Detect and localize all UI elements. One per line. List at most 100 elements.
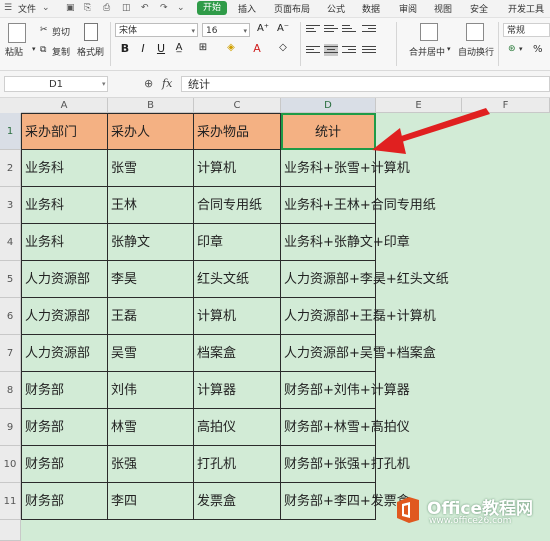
justify-icon[interactable]: [362, 44, 376, 56]
tab-view[interactable]: 视图: [434, 2, 452, 15]
table-cell[interactable]: 发票盒: [194, 483, 281, 520]
tab-insert[interactable]: 插入: [238, 2, 256, 15]
align-top-icon[interactable]: [306, 23, 320, 35]
row-header-9[interactable]: 9: [0, 409, 21, 446]
row-header-4[interactable]: 4: [0, 224, 21, 261]
row-header-3[interactable]: 3: [0, 187, 21, 224]
table-cell[interactable]: 业务科+张雪+计算机: [281, 150, 410, 187]
border-icon[interactable]: ⊞: [196, 42, 210, 53]
table-cell[interactable]: 张静文: [108, 224, 194, 261]
column-header-a[interactable]: A: [21, 98, 108, 113]
row-header-7[interactable]: 7: [0, 335, 21, 372]
underline-style-icon[interactable]: A̲: [172, 42, 186, 53]
tab-start[interactable]: 开始: [197, 1, 227, 15]
table-cell[interactable]: 业务科: [21, 150, 108, 187]
row-header-5[interactable]: 5: [0, 261, 21, 298]
chevron-down-icon[interactable]: ▾: [32, 45, 36, 53]
chevron-down-icon[interactable]: ⌄: [42, 3, 50, 13]
table-header-cell[interactable]: 采办人: [108, 113, 194, 150]
zoom-icon[interactable]: ⊕: [144, 77, 153, 90]
table-cell[interactable]: 人力资源部+王磊+计算机: [281, 298, 436, 335]
table-cell[interactable]: 财务部+林雪+高拍仪: [281, 409, 410, 446]
table-cell[interactable]: 人力资源部+李昊+红头文纸: [281, 261, 449, 298]
font-color-icon[interactable]: A: [250, 42, 264, 55]
paste-button[interactable]: 粘贴: [5, 45, 23, 58]
increase-font-icon[interactable]: A⁺: [256, 23, 270, 34]
preview-icon[interactable]: ◫: [122, 3, 131, 13]
row-header-10[interactable]: 10: [0, 446, 21, 483]
tab-data[interactable]: 数据: [362, 2, 380, 15]
chevron-down-icon[interactable]: ▾: [102, 80, 106, 88]
table-cell[interactable]: 王磊: [108, 298, 194, 335]
align-right-icon[interactable]: [342, 44, 356, 56]
row-header-11[interactable]: 11: [0, 483, 21, 520]
table-cell[interactable]: 业务科: [21, 224, 108, 261]
table-cell[interactable]: 打孔机: [194, 446, 281, 483]
row-header-8[interactable]: 8: [0, 372, 21, 409]
chevron-down-icon[interactable]: ⌄: [177, 3, 185, 13]
font-size-select[interactable]: 16 ▾: [202, 23, 250, 37]
cut-button[interactable]: 剪切: [52, 25, 70, 38]
tab-review[interactable]: 审阅: [399, 2, 417, 15]
chevron-down-icon[interactable]: ▾: [447, 45, 451, 53]
save-icon[interactable]: ▣: [66, 3, 75, 13]
table-cell[interactable]: 王林: [108, 187, 194, 224]
table-cell[interactable]: 业务科+张静文+印章: [281, 224, 410, 261]
export-icon[interactable]: ⎘: [84, 3, 91, 13]
column-header-d[interactable]: D: [281, 98, 376, 113]
table-cell[interactable]: 财务部+刘伟+计算器: [281, 372, 410, 409]
copy-button[interactable]: 复制: [52, 45, 70, 58]
table-cell[interactable]: 档案盒: [194, 335, 281, 372]
cut-icon[interactable]: ✂: [40, 25, 48, 35]
table-cell[interactable]: 计算器: [194, 372, 281, 409]
underline-button[interactable]: U: [154, 42, 168, 55]
chevron-down-icon[interactable]: ▾: [519, 45, 523, 53]
format-painter-button[interactable]: 格式刷: [77, 45, 104, 58]
table-cell[interactable]: 人力资源部: [21, 298, 108, 335]
merge-center-button[interactable]: 合并居中: [409, 45, 445, 58]
select-all-corner[interactable]: [0, 98, 22, 114]
table-cell[interactable]: 人力资源部+吴雪+档案盒: [281, 335, 436, 372]
column-header-c[interactable]: C: [194, 98, 281, 113]
table-cell[interactable]: 财务部+张强+打孔机: [281, 446, 410, 483]
tab-page-layout[interactable]: 页面布局: [274, 2, 310, 15]
table-cell[interactable]: 吴雪: [108, 335, 194, 372]
wrap-text-icon[interactable]: [466, 23, 484, 41]
table-cell[interactable]: 张雪: [108, 150, 194, 187]
table-cell[interactable]: 李昊: [108, 261, 194, 298]
table-header-cell[interactable]: 采办部门: [21, 113, 108, 150]
table-cell[interactable]: 高拍仪: [194, 409, 281, 446]
table-cell[interactable]: 计算机: [194, 298, 281, 335]
table-cell[interactable]: 财务部: [21, 372, 108, 409]
fill-color-icon[interactable]: ◈: [224, 42, 238, 53]
table-cell[interactable]: 林雪: [108, 409, 194, 446]
print-icon[interactable]: ⎙: [103, 3, 110, 13]
table-cell[interactable]: 财务部: [21, 483, 108, 520]
redo-icon[interactable]: ↷: [160, 3, 168, 13]
table-cell[interactable]: 合同专用纸: [194, 187, 281, 224]
number-format-select[interactable]: 常规: [503, 23, 550, 37]
table-header-cell[interactable]: 采办物品: [194, 113, 281, 150]
align-center-icon[interactable]: [324, 44, 338, 56]
table-header-cell[interactable]: 统计: [281, 113, 376, 150]
table-cell[interactable]: 计算机: [194, 150, 281, 187]
align-left-icon[interactable]: [306, 44, 320, 56]
format-painter-icon[interactable]: [84, 23, 98, 41]
tab-developer[interactable]: 开发工具: [508, 2, 544, 15]
tab-formula[interactable]: 公式: [327, 2, 345, 15]
table-cell[interactable]: 张强: [108, 446, 194, 483]
table-cell[interactable]: 印章: [194, 224, 281, 261]
paste-icon[interactable]: [8, 23, 26, 43]
table-cell[interactable]: 李四: [108, 483, 194, 520]
column-header-b[interactable]: B: [108, 98, 194, 113]
table-cell[interactable]: 刘伟: [108, 372, 194, 409]
name-box[interactable]: D1: [4, 76, 108, 92]
menu-file[interactable]: 文件: [18, 2, 36, 15]
table-cell[interactable]: 业务科+王林+合同专用纸: [281, 187, 436, 224]
formula-input[interactable]: 统计: [181, 76, 550, 92]
row-header-2[interactable]: 2: [0, 150, 21, 187]
eraser-icon[interactable]: ◇: [276, 42, 290, 53]
table-cell[interactable]: 人力资源部: [21, 261, 108, 298]
align-middle-icon[interactable]: [324, 23, 338, 35]
font-name-select[interactable]: 宋体 ▾: [115, 23, 198, 37]
